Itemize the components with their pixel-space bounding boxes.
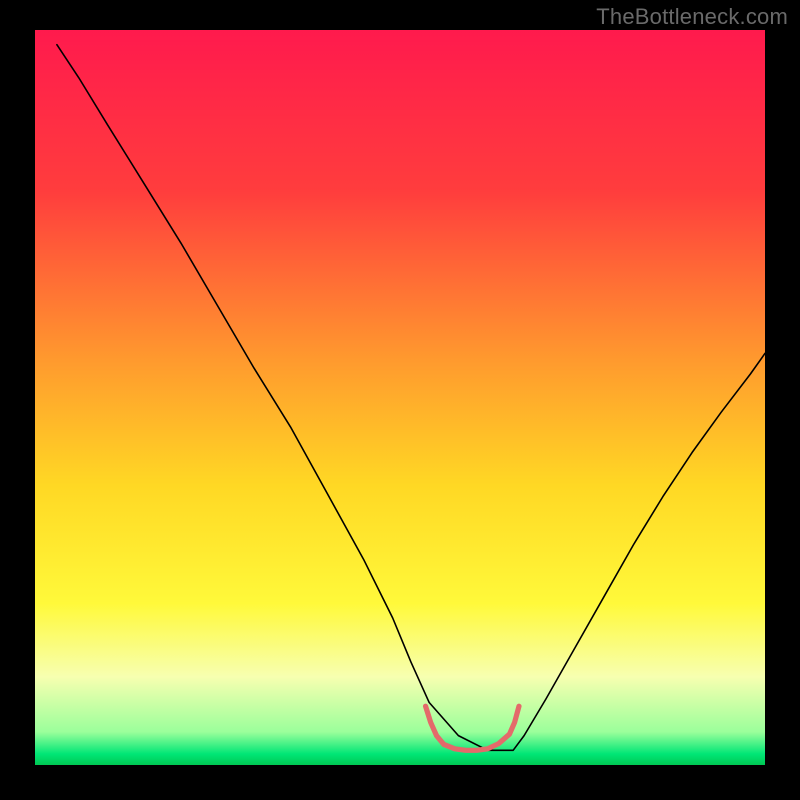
gradient-background [35,30,765,765]
watermark-text: TheBottleneck.com [596,4,788,30]
plot-area [35,30,765,765]
bottleneck-plot [35,30,765,765]
chart-frame: TheBottleneck.com [0,0,800,800]
